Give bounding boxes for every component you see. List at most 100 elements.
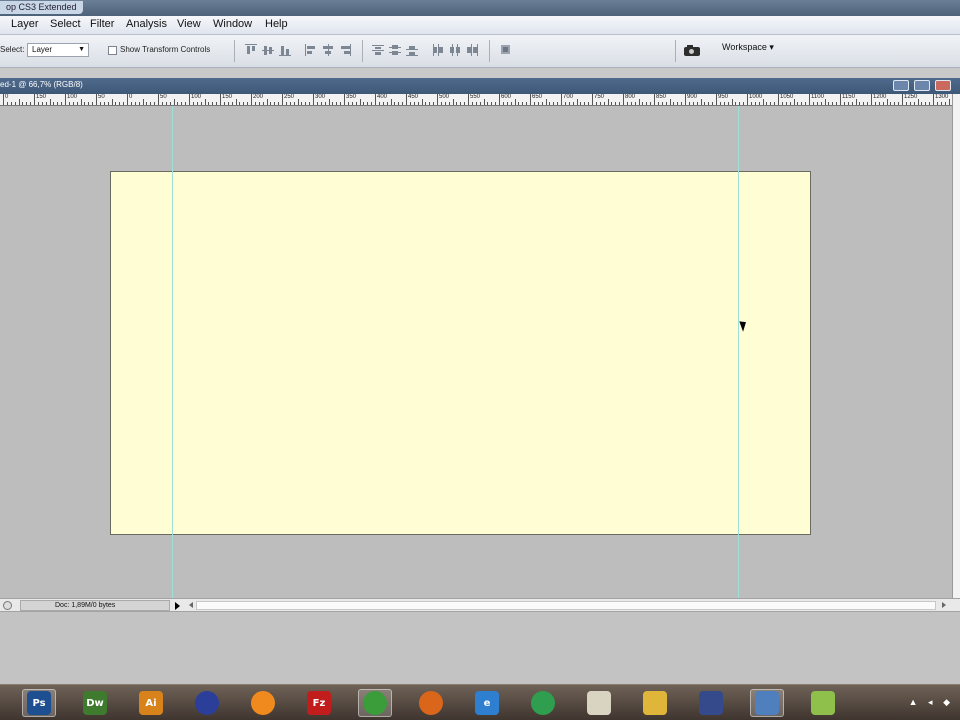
ruler-minor-tick: [57, 102, 59, 105]
menu-view[interactable]: View: [177, 18, 201, 30]
taskbar-chrome-button[interactable]: [358, 689, 392, 717]
ruler-minor-tick: [603, 102, 605, 105]
auto-select-dropdown[interactable]: Layer ▼: [27, 43, 89, 57]
ruler-minor-tick: [549, 102, 551, 105]
panel-gap: [0, 68, 960, 78]
ruler-minor-tick: [731, 99, 733, 105]
horizontal-scrollbar[interactable]: [196, 601, 936, 610]
taskbar-photoshop-button[interactable]: Ps: [22, 689, 56, 717]
ruler-minor-tick: [611, 102, 613, 105]
taskbar-link-button[interactable]: [694, 689, 728, 717]
menu-layer[interactable]: Layer: [11, 18, 39, 30]
ruler-label: 850: [656, 94, 667, 100]
taskbar-filezilla-button[interactable]: Fz: [302, 689, 336, 717]
document-title: ed-1 @ 66,7% (RGB/8): [0, 80, 83, 89]
ruler-label: 750: [594, 94, 605, 100]
guide-line-right[interactable]: [738, 106, 739, 598]
scroll-right-icon[interactable]: [942, 602, 946, 608]
taskbar-orange-ball-button[interactable]: [246, 689, 280, 717]
close-icon[interactable]: [935, 80, 951, 91]
minimize-icon[interactable]: [893, 80, 909, 91]
ruler-minor-tick: [76, 102, 78, 105]
ruler-minor-tick: [867, 102, 869, 105]
auto-align-layers-icon[interactable]: [500, 44, 512, 56]
ruler-major-tick: [778, 94, 779, 105]
ruler-minor-tick: [285, 102, 287, 105]
ruler-minor-tick: [37, 102, 39, 105]
ruler-label: 1100: [811, 94, 824, 100]
ruler-minor-tick: [402, 102, 404, 105]
distribute-vertical-center-icon[interactable]: [389, 44, 401, 56]
ruler-minor-tick: [289, 102, 291, 105]
ruler-minor-tick: [541, 102, 543, 105]
ruler-minor-tick: [754, 102, 756, 105]
taskbar-firefox-button[interactable]: [414, 689, 448, 717]
ruler-minor-tick: [890, 102, 892, 105]
guide-line-left[interactable]: [172, 106, 173, 598]
distribute-bottom-icon[interactable]: [406, 44, 418, 56]
taskbar-notes-button[interactable]: [582, 689, 616, 717]
camera-icon[interactable]: [684, 43, 702, 56]
zoom-level-icon[interactable]: [3, 601, 12, 610]
ruler-minor-tick: [638, 99, 640, 105]
ruler-minor-tick: [925, 102, 927, 105]
menu-select[interactable]: Select: [50, 18, 81, 30]
maximize-icon[interactable]: [914, 80, 930, 91]
ruler-minor-tick: [80, 99, 82, 105]
distribute-horizontal-center-icon[interactable]: [449, 44, 461, 56]
taskbar-dreamweaver-button[interactable]: Dw: [78, 689, 112, 717]
distribute-top-icon[interactable]: [372, 44, 384, 56]
ruler-label: 1150: [842, 94, 855, 100]
ruler-major-tick: [3, 94, 4, 105]
align-left-icon[interactable]: [305, 44, 317, 56]
ruler-minor-tick: [363, 102, 365, 105]
align-top-icon[interactable]: [245, 44, 257, 56]
document-canvas[interactable]: [110, 171, 811, 535]
taskbar-users-button[interactable]: [750, 689, 784, 717]
taskbar-green-window-button[interactable]: [806, 689, 840, 717]
taskbar-internet-explorer-button[interactable]: e: [470, 689, 504, 717]
menu-window[interactable]: Window: [213, 18, 252, 30]
ruler-minor-tick: [367, 102, 369, 105]
ruler-major-tick: [127, 94, 128, 105]
divider: [675, 40, 676, 62]
vertical-scrollbar[interactable]: [952, 94, 960, 598]
horizontal-ruler[interactable]: 0 150 100 50 0 50 100 150 200 250 300 350 400 450 500 5…: [0, 94, 952, 106]
distribute-right-icon[interactable]: [466, 44, 478, 56]
ruler-minor-tick: [789, 102, 791, 105]
taskbar-media-ball-button[interactable]: [190, 689, 224, 717]
status-menu-arrow-icon[interactable]: [175, 602, 180, 610]
taskbar-green-circle-button[interactable]: [526, 689, 560, 717]
align-bottom-icon[interactable]: [279, 44, 291, 56]
ruler-minor-tick: [119, 102, 121, 105]
menu-help[interactable]: Help: [265, 18, 288, 30]
ruler-minor-tick: [45, 102, 47, 105]
align-right-icon[interactable]: [339, 44, 351, 56]
ruler-minor-tick: [146, 102, 148, 105]
distribute-left-icon[interactable]: [432, 44, 444, 56]
menu-bar: Layer Select Filter Analysis View Window…: [0, 16, 960, 35]
ruler-label: 600: [501, 94, 512, 100]
align-horizontal-center-icon[interactable]: [322, 44, 334, 56]
title-bar: op CS3 Extended: [0, 0, 960, 16]
show-transform-checkbox[interactable]: [108, 46, 117, 55]
ruler-label: 950: [718, 94, 729, 100]
taskbar-tools-button[interactable]: [638, 689, 672, 717]
ruler-label: 50: [160, 94, 167, 100]
ruler-minor-tick: [855, 99, 857, 105]
ruler-minor-tick: [413, 102, 415, 105]
menu-filter[interactable]: Filter: [90, 18, 114, 30]
menu-analysis[interactable]: Analysis: [126, 18, 167, 30]
align-vertical-center-icon[interactable]: [262, 44, 274, 56]
ruler-minor-tick: [14, 102, 16, 105]
ruler-minor-tick: [429, 102, 431, 105]
scroll-left-icon[interactable]: [189, 602, 193, 608]
ruler-minor-tick: [208, 102, 210, 105]
ruler-minor-tick: [390, 99, 392, 105]
ruler-minor-tick: [212, 102, 214, 105]
ruler-minor-tick: [204, 99, 206, 105]
taskbar-illustrator-button[interactable]: Ai: [134, 689, 168, 717]
workspace-menu[interactable]: Workspace ▾: [722, 42, 774, 53]
ruler-major-tick: [530, 94, 531, 105]
ruler-minor-tick: [793, 99, 795, 105]
